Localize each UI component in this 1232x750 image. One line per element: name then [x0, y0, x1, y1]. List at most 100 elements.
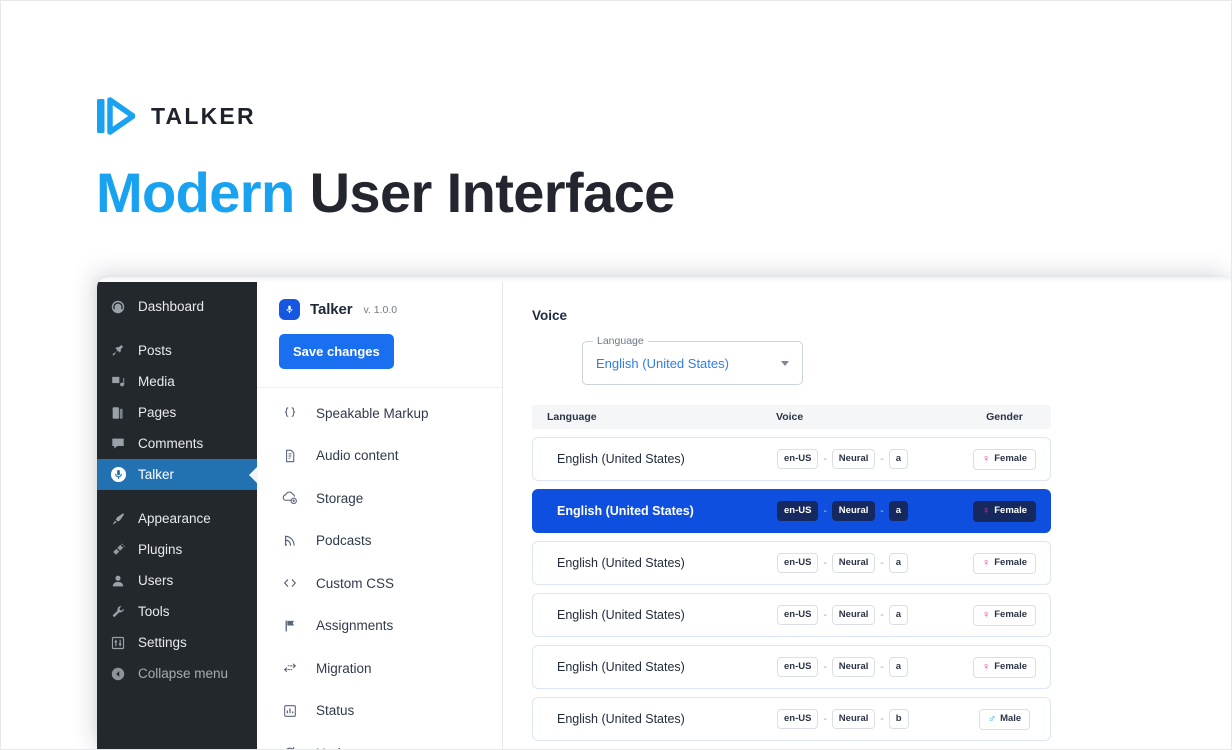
- wordpress-admin-sidebar[interactable]: Dashboard Posts Media Pages Comments Tal…: [97, 277, 257, 750]
- voice-table-body: English (United States) en-US - Neural - a ♀ Fe…: [532, 437, 1051, 741]
- voice-engine-chip: Neural: [831, 657, 876, 677]
- voice-settings-panel: Voice English (United States) Language L…: [503, 277, 1232, 750]
- cell-voice: en-US - Neural - a: [777, 501, 959, 521]
- column-header-language: Language: [547, 411, 597, 423]
- voice-locale-chip: en-US: [777, 501, 819, 521]
- sidebar-item-media[interactable]: Media: [97, 366, 257, 397]
- voice-variant-chip: a: [888, 501, 909, 521]
- table-row[interactable]: English (United States) en-US - Neural - a ♀ Fe…: [532, 645, 1051, 689]
- sidebar-item-pages[interactable]: Pages: [97, 397, 257, 428]
- plugin-menu-item-label: Updates: [316, 746, 366, 750]
- plugin-menu-item-storage[interactable]: Storage: [257, 477, 502, 520]
- chip-separator: -: [823, 609, 827, 621]
- rss-icon: [281, 532, 298, 549]
- gender-label: Female: [994, 557, 1027, 569]
- plugin-menu-item-updates[interactable]: Updates: [257, 732, 502, 750]
- cell-gender: ♀ Female: [959, 448, 1050, 470]
- mars-male-icon: ♂: [987, 712, 997, 725]
- voice-variant-chip: a: [888, 449, 909, 469]
- chip-separator: -: [823, 557, 827, 569]
- table-row[interactable]: English (United States) en-US - Neural - a ♀ Fe…: [532, 489, 1051, 533]
- plugin-menu-item-migration[interactable]: Migration: [257, 647, 502, 690]
- microphone-icon: [279, 299, 300, 320]
- sidebar-item-label: Collapse menu: [138, 666, 229, 681]
- storage-add-icon: [281, 490, 298, 507]
- sidebar-item-label: Appearance: [138, 511, 211, 526]
- sidebar-item-label: Talker: [138, 467, 175, 482]
- refresh-icon: [281, 745, 298, 750]
- table-row[interactable]: English (United States) en-US - Neural - a ♀ Fe…: [532, 437, 1051, 481]
- voice-locale-chip: en-US: [777, 605, 819, 625]
- cell-language: English (United States): [557, 504, 694, 518]
- cell-voice: en-US - Neural - b: [777, 709, 959, 729]
- voice-engine-chip: Neural: [831, 605, 876, 625]
- plugin-header: Talker v. 1.0.0: [257, 299, 502, 320]
- sidebar-item-users[interactable]: Users: [97, 565, 257, 596]
- microphone-icon: [109, 466, 127, 484]
- save-changes-button[interactable]: Save changes: [279, 334, 394, 369]
- chip-separator: -: [880, 609, 884, 621]
- sidebar-item-settings[interactable]: Settings: [97, 627, 257, 658]
- gender-badge: ♀ Female: [973, 448, 1036, 470]
- venus-female-icon: ♀: [982, 504, 991, 517]
- plugin-menu-item-audio-content[interactable]: Audio content: [257, 435, 502, 478]
- sidebar-item-dashboard[interactable]: Dashboard: [97, 291, 257, 322]
- cell-voice: en-US - Neural - a: [777, 553, 959, 573]
- sidebar-group-system: Appearance Plugins Users Tools Settings …: [97, 503, 257, 689]
- plugin-menu-item-speakable-markup[interactable]: Speakable Markup: [257, 392, 502, 435]
- plugin-menu-panel: Talker v. 1.0.0 Save changes Speakable M…: [257, 277, 503, 750]
- cell-language: English (United States): [557, 608, 685, 622]
- sidebar-item-appearance[interactable]: Appearance: [97, 503, 257, 534]
- braces-icon: [281, 405, 298, 422]
- table-row[interactable]: English (United States) en-US - Neural - b ♂ Ma…: [532, 697, 1051, 741]
- media-icon: [109, 373, 127, 391]
- sidebar-item-label: Comments: [138, 436, 204, 451]
- gender-label: Female: [994, 453, 1027, 465]
- gender-label: Female: [994, 661, 1027, 673]
- chip-separator: -: [823, 661, 827, 673]
- wrench-icon: [109, 603, 127, 621]
- voice-variant-chip: a: [888, 657, 909, 677]
- bar-chart-icon: [281, 702, 298, 719]
- gender-label: Male: [1000, 713, 1022, 725]
- sidebar-item-comments[interactable]: Comments: [97, 428, 257, 459]
- user-icon: [109, 572, 127, 590]
- chip-separator: -: [823, 453, 827, 465]
- voice-locale-chip: en-US: [777, 709, 819, 729]
- plugin-menu-item-custom-css[interactable]: Custom CSS: [257, 562, 502, 605]
- voice-engine-chip: Neural: [831, 709, 876, 729]
- column-header-voice: Voice: [776, 411, 804, 423]
- voice-engine-chip: Neural: [831, 553, 876, 573]
- collapse-arrow-icon: [109, 665, 127, 683]
- cell-voice: en-US - Neural - a: [777, 449, 959, 469]
- sidebar-item-plugins[interactable]: Plugins: [97, 534, 257, 565]
- gender-label: Female: [994, 505, 1027, 517]
- chip-separator: -: [880, 557, 884, 569]
- sidebar-item-collapse-menu[interactable]: Collapse menu: [97, 658, 257, 689]
- sidebar-item-posts[interactable]: Posts: [97, 335, 257, 366]
- plugin-menu-item-label: Podcasts: [316, 533, 372, 549]
- chip-separator: -: [823, 713, 827, 725]
- venus-female-icon: ♀: [982, 608, 991, 621]
- play-triangle-logo-icon: [97, 96, 136, 136]
- venus-female-icon: ♀: [982, 452, 991, 465]
- plugin-menu-item-podcasts[interactable]: Podcasts: [257, 520, 502, 563]
- pages-icon: [109, 404, 127, 422]
- sidebar-separator: [97, 490, 257, 503]
- plugin-menu-item-assignments[interactable]: Assignments: [257, 605, 502, 648]
- voice-locale-chip: en-US: [777, 449, 819, 469]
- sidebar-item-talker[interactable]: Talker: [97, 459, 257, 490]
- brand-name: TALKER: [151, 102, 256, 129]
- table-row[interactable]: English (United States) en-US - Neural - a ♀ Fe…: [532, 593, 1051, 637]
- voice-variant-chip: a: [888, 553, 909, 573]
- voice-table: Language Voice Gender English (United St…: [532, 405, 1051, 741]
- cell-gender: ♀ Female: [959, 604, 1050, 626]
- table-row[interactable]: English (United States) en-US - Neural - a ♀ Fe…: [532, 541, 1051, 585]
- sidebar-group-primary: Dashboard: [97, 291, 257, 322]
- plugin-menu-item-status[interactable]: Status: [257, 690, 502, 733]
- gender-badge: ♀ Female: [973, 500, 1036, 522]
- plugin-menu-item-label: Speakable Markup: [316, 405, 429, 421]
- plugin-menu-item-label: Custom CSS: [316, 575, 395, 591]
- sidebar-item-label: Settings: [138, 635, 187, 650]
- sidebar-item-tools[interactable]: Tools: [97, 596, 257, 627]
